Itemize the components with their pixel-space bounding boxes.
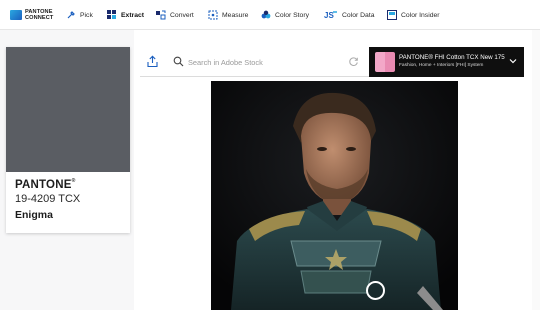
tool-extract-label: Extract (121, 11, 145, 19)
library-swatch (375, 52, 395, 72)
tool-measure-label: Measure (222, 11, 249, 19)
library-subtitle: Fashion, Home + Interiors [FHI] System (399, 63, 484, 68)
tool-color-insider[interactable]: Color Insider (387, 8, 440, 22)
tool-color-data-label: Color Data (342, 11, 375, 19)
tool-color-insider-label: Color Insider (401, 11, 440, 19)
scrollbar[interactable] (532, 30, 540, 310)
svg-text:JS: JS (324, 11, 334, 20)
color-data-icon: JS (324, 11, 337, 20)
upload-icon[interactable] (146, 55, 159, 68)
measure-icon (208, 10, 218, 20)
tool-color-data[interactable]: JS Color Data (324, 8, 375, 22)
color-library-dropdown[interactable]: PANTONE® FHI Cotton TCX New 175 Fashion,… (369, 47, 524, 77)
pantone-brand: PANTONE® (15, 178, 76, 191)
logo-line-2: CONNECT (25, 15, 54, 21)
tool-color-story[interactable]: Color Story (261, 8, 309, 22)
search-icon (173, 56, 184, 67)
color-name: Enigma (15, 209, 53, 221)
color-swatch (6, 47, 130, 172)
tool-measure[interactable]: Measure (208, 8, 248, 22)
eyedropper-icon (67, 11, 75, 19)
tool-convert[interactable]: Convert (156, 8, 194, 22)
portrait-photo (211, 81, 458, 310)
convert-icon (156, 10, 166, 20)
pantone-connect-logo: PANTONE CONNECT (10, 6, 54, 24)
extract-grid-icon (107, 10, 116, 19)
color-card[interactable]: PANTONE® 19-4209 TCX Enigma (6, 47, 130, 233)
source-image[interactable] (211, 81, 458, 310)
refresh-icon[interactable] (348, 56, 359, 67)
color-code: 19-4209 TCX (15, 193, 81, 205)
search-input[interactable] (188, 53, 338, 71)
tool-pick[interactable]: Pick (66, 8, 93, 22)
color-pick-marker[interactable] (366, 281, 385, 300)
tool-color-story-label: Color Story (275, 11, 309, 19)
chevron-down-icon (509, 59, 517, 64)
top-toolbar: PANTONE CONNECT Pick Extract Convert Mea… (0, 0, 540, 30)
search-bar: PANTONE® FHI Cotton TCX New 175 Fashion,… (140, 47, 524, 77)
tool-convert-label: Convert (170, 11, 194, 19)
tool-pick-label: Pick (80, 11, 93, 19)
pantone-logo-mark-icon (10, 10, 22, 20)
color-insider-icon (387, 10, 397, 20)
color-story-icon (261, 10, 271, 19)
tool-extract[interactable]: Extract (107, 8, 144, 22)
library-title: PANTONE® FHI Cotton TCX New 175 (399, 54, 505, 61)
